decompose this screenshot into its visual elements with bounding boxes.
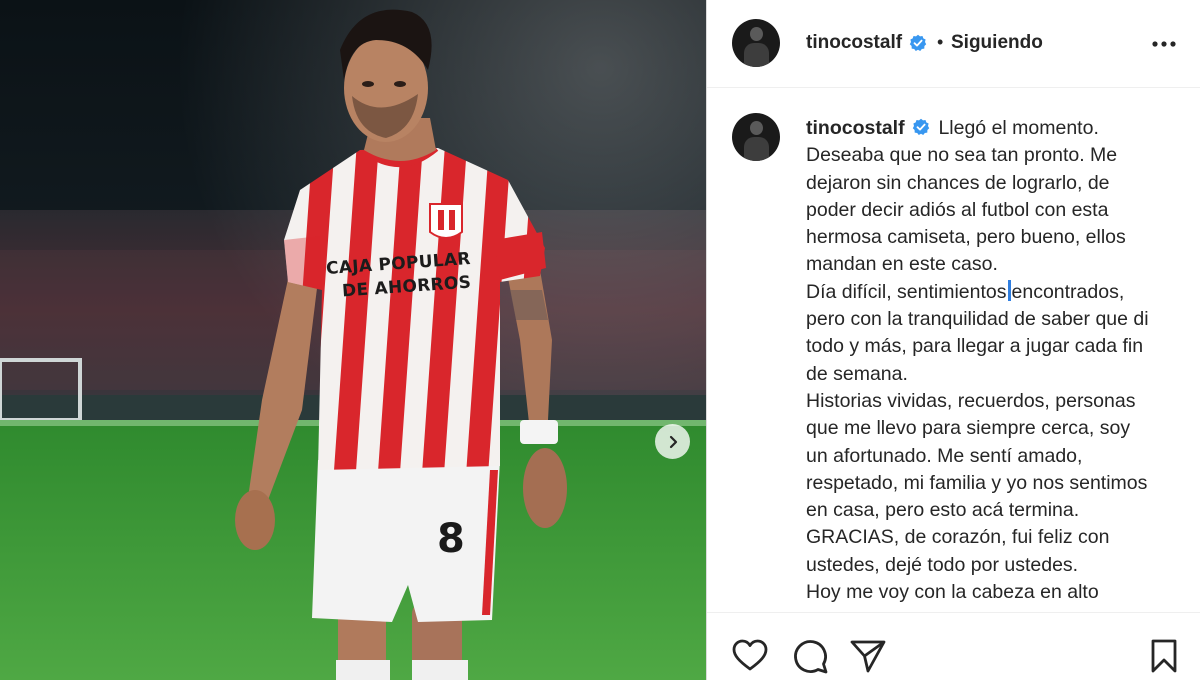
share-icon[interactable] — [849, 637, 887, 675]
separator-dot: • — [937, 32, 944, 52]
post-sidebar: tinocostalf • Siguiendo tinocostalf Lleg… — [706, 0, 1200, 680]
following-button[interactable]: Siguiendo — [951, 32, 1043, 54]
chevron-right-icon — [669, 435, 677, 448]
verified-badge-icon — [909, 34, 927, 51]
caption-line: Deseaba que no sea tan pronto. Me dejaro… — [806, 144, 1126, 276]
heart-icon[interactable] — [731, 637, 769, 675]
next-image-button[interactable] — [655, 424, 690, 459]
player-photo: 8 — [0, 0, 706, 680]
caption-avatar[interactable] — [732, 113, 780, 161]
caption-area: tinocostalf Llegó el momento. Deseaba qu… — [707, 89, 1200, 612]
caption-line: Día difícil, sentimientos — [806, 280, 1007, 303]
shorts-number: 8 — [437, 516, 465, 562]
text-cursor — [1007, 279, 1011, 301]
avatar[interactable] — [732, 19, 780, 67]
bookmark-icon[interactable] — [1145, 637, 1183, 675]
comment-icon[interactable] — [791, 637, 829, 675]
caption-line: GRACIAS, de corazón, fui feliz con usted… — [806, 526, 1110, 576]
caption-line: Llegó el momento. — [938, 117, 1099, 139]
caption-line: Hoy me voy con la cabeza en alto — [806, 581, 1099, 604]
verified-badge-icon — [912, 118, 930, 135]
post-header: tinocostalf • Siguiendo — [707, 0, 1200, 88]
more-options-icon[interactable] — [1147, 33, 1181, 55]
header-username[interactable]: tinocostalf — [806, 32, 902, 54]
caption-username[interactable]: tinocostalf — [806, 117, 905, 139]
post-actions — [707, 612, 1200, 680]
post-media[interactable]: 8 CAJA POPULAR DE AHORROS — [0, 0, 706, 680]
caption-line: Historias vividas, recuerdos, personas q… — [806, 389, 1148, 522]
caption-text: tinocostalf Llegó el momento. Deseaba qu… — [806, 115, 1156, 606]
